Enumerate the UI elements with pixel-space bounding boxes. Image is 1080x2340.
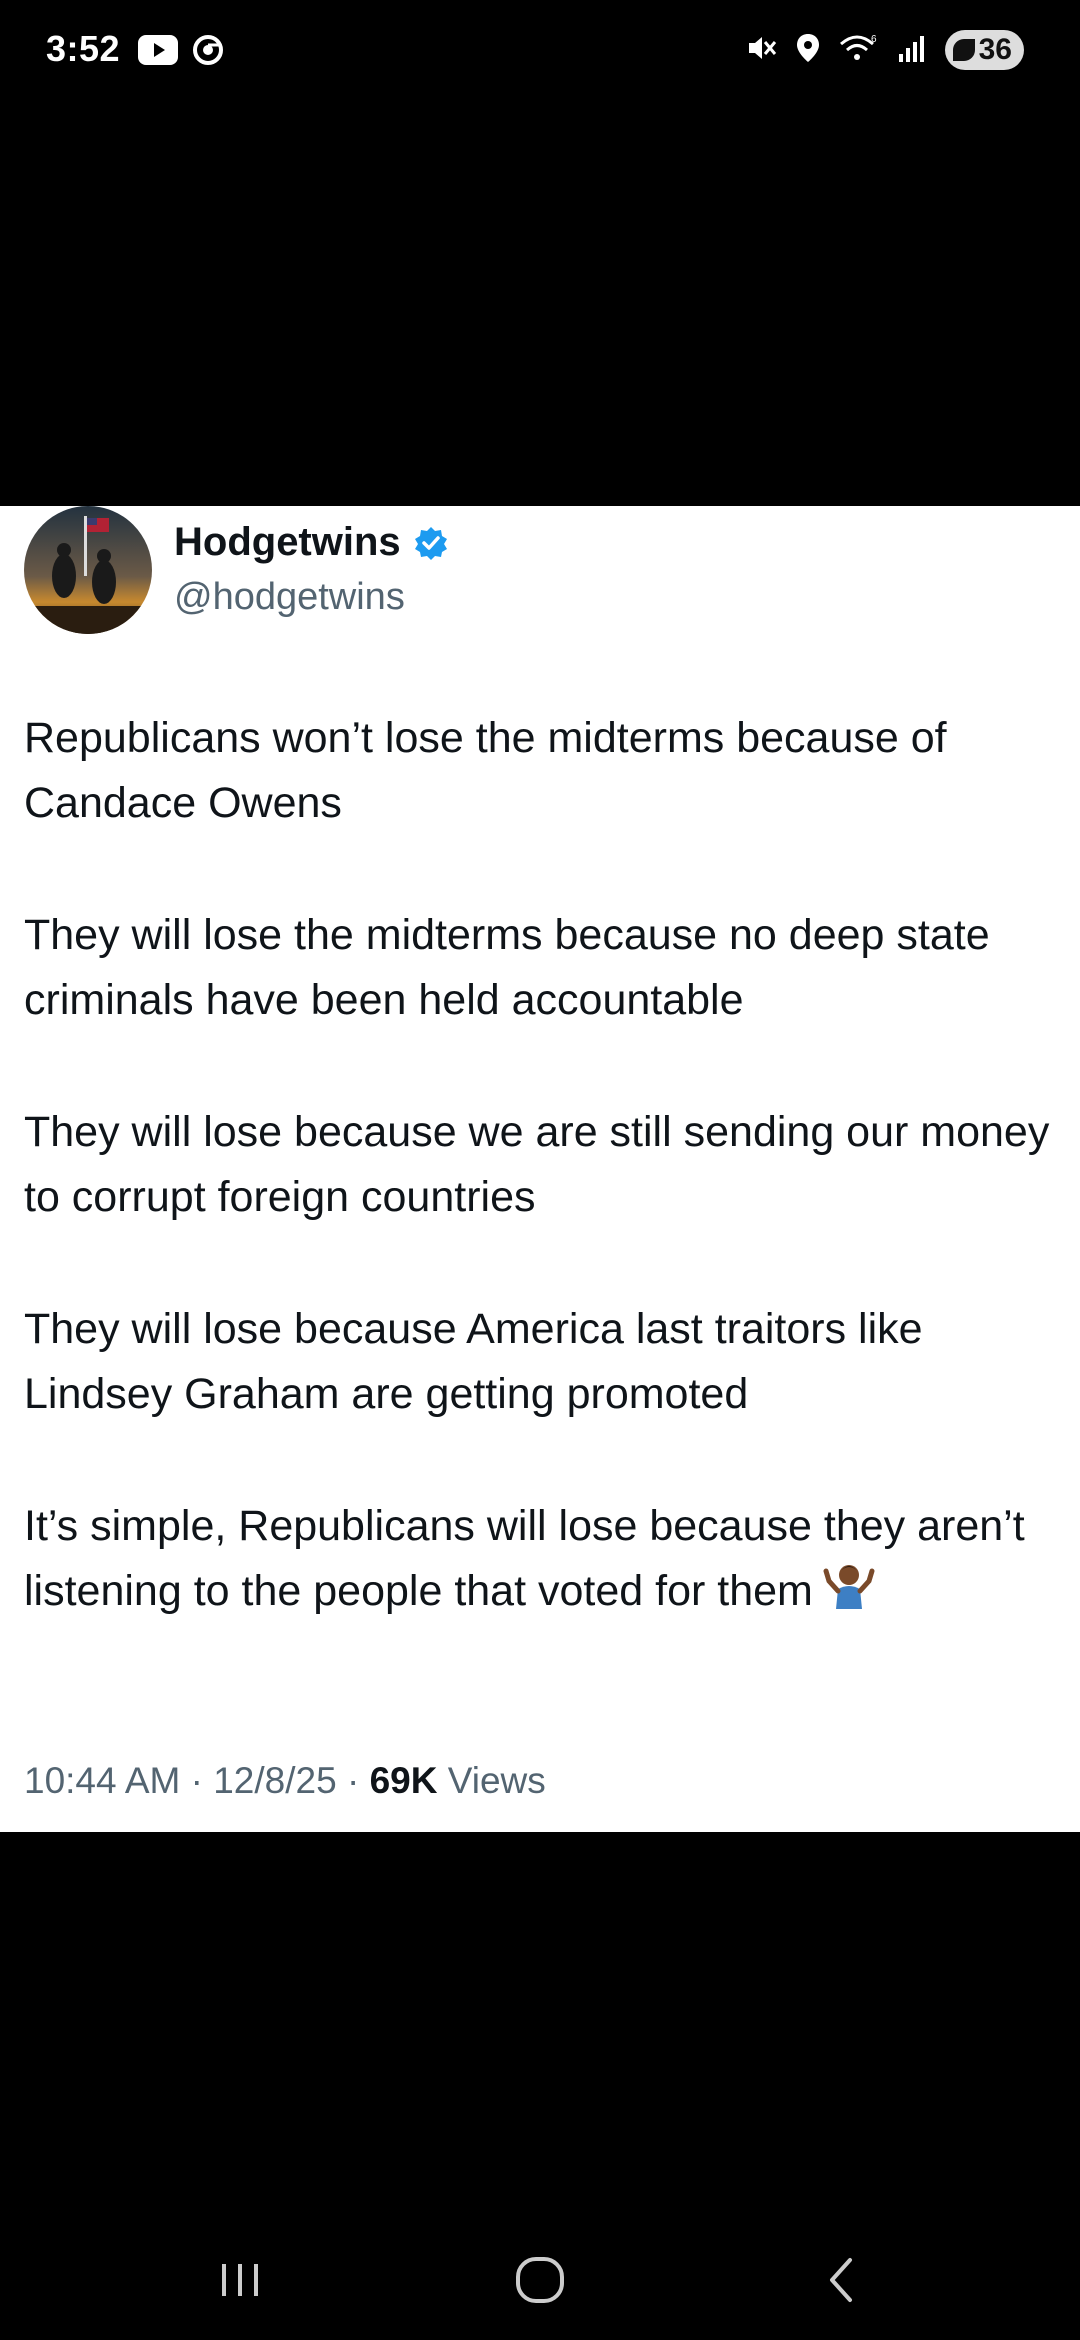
tweet-paragraph: They will lose the midterms because no d… bbox=[24, 911, 990, 1024]
status-bar: 3:52 6 36 bbox=[0, 0, 1080, 100]
screen: 3:52 6 36 Hodgetwins @hodgetwins Republi… bbox=[0, 0, 1080, 2340]
tweet-paragraph: Republicans won’t lose the midterms beca… bbox=[24, 714, 947, 827]
tweet-paragraph: They will lose because we are still send… bbox=[24, 1108, 1050, 1221]
wifi-icon: 6 bbox=[839, 32, 879, 69]
tweet-text: Republicans won’t lose the midterms beca… bbox=[24, 706, 1054, 1630]
chrome-icon bbox=[192, 34, 224, 71]
battery-saver-icon bbox=[952, 39, 975, 61]
mute-icon bbox=[745, 32, 777, 69]
tweet-date[interactable]: 12/8/25 bbox=[213, 1760, 336, 1801]
tweet-meta: 10:44 AM · 12/8/25 · 69K Views bbox=[24, 1760, 546, 1802]
author-name[interactable]: Hodgetwins bbox=[174, 520, 449, 565]
views-label[interactable]: Views bbox=[448, 1760, 546, 1801]
location-icon bbox=[795, 32, 821, 69]
battery-level: 36 bbox=[978, 33, 1012, 66]
status-time: 3:52 bbox=[46, 28, 121, 69]
battery-icon: 36 bbox=[944, 30, 1024, 70]
tweet-time[interactable]: 10:44 AM bbox=[24, 1760, 180, 1801]
verified-badge-icon bbox=[413, 525, 449, 561]
status-right-icons: 6 36 bbox=[745, 30, 1024, 70]
youtube-icon bbox=[138, 35, 178, 70]
author-handle[interactable]: @hodgetwins bbox=[174, 576, 405, 619]
recents-icon bbox=[210, 2264, 270, 2314]
meta-separator: · bbox=[190, 1760, 203, 1801]
tweet-paragraph: They will lose because America last trai… bbox=[24, 1305, 923, 1418]
home-button[interactable] bbox=[510, 2250, 570, 2310]
svg-text:6: 6 bbox=[871, 34, 877, 45]
home-icon bbox=[510, 2257, 570, 2314]
views-count[interactable]: 69K bbox=[370, 1760, 438, 1801]
signal-icon bbox=[897, 32, 927, 69]
shrug-emoji-icon bbox=[823, 1559, 875, 1630]
status-left-icons bbox=[138, 34, 224, 71]
avatar[interactable] bbox=[24, 506, 152, 634]
meta-separator: · bbox=[346, 1760, 360, 1801]
author-name-text[interactable]: Hodgetwins bbox=[174, 520, 401, 565]
back-icon bbox=[812, 2258, 872, 2314]
back-button[interactable] bbox=[812, 2250, 872, 2310]
recents-button[interactable] bbox=[210, 2250, 270, 2310]
tweet-paragraph-last: It’s simple, Republicans will lose becau… bbox=[24, 1494, 1054, 1630]
